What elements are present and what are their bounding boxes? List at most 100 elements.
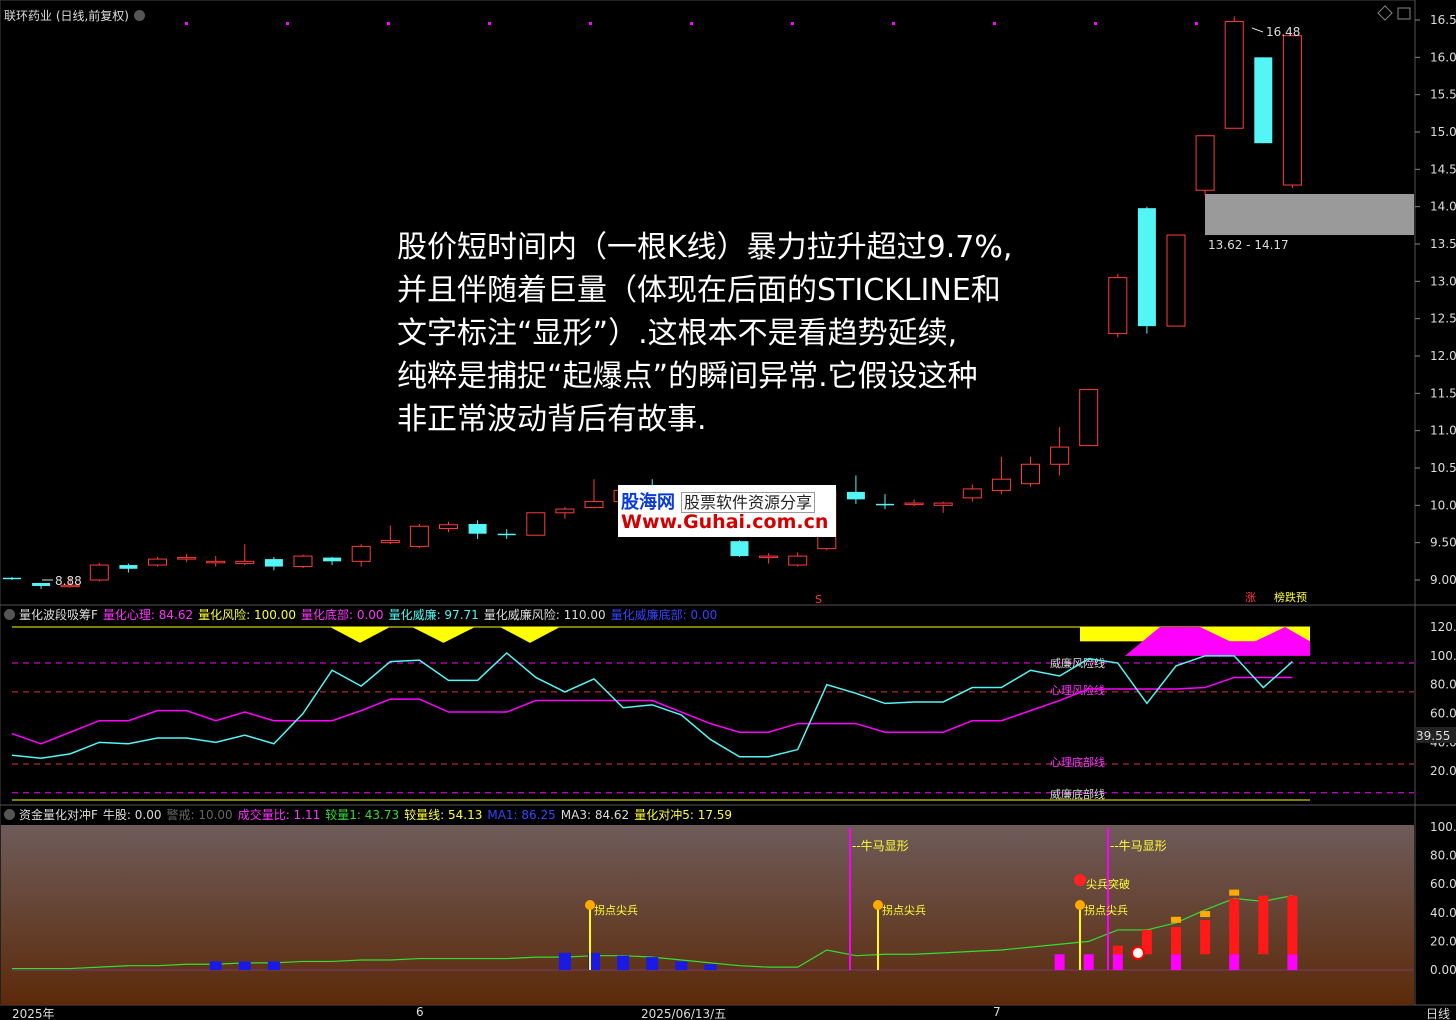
annotation-line: 文字标注“显形”）.这根本不是看趋势延续, — [397, 316, 958, 351]
risk-triangle — [500, 627, 560, 643]
flag-label: 榜跌预 — [1274, 590, 1307, 604]
candle-body — [323, 557, 342, 562]
top-marker-dot — [1195, 22, 1198, 25]
price-axis-label: 9.50 — [1430, 536, 1456, 550]
candle-body — [380, 539, 400, 544]
turn-signal-label: 拐点尖兵 — [594, 903, 638, 917]
candle-body — [1108, 277, 1128, 335]
volume-bar — [675, 961, 688, 970]
candle-body — [1166, 234, 1186, 327]
candle-body — [876, 503, 894, 506]
price-axis-label: 12.00 — [1430, 349, 1456, 363]
price-axis-label: 9.00 — [1430, 573, 1456, 587]
candle-body — [759, 555, 779, 559]
gap-label: 13.62 - 14.17 — [1208, 238, 1289, 252]
candle-body — [1254, 57, 1273, 144]
price-axis-label: 12.50 — [1430, 312, 1456, 326]
x-axis-label: 2025/06/13/五 — [641, 1007, 727, 1020]
panel3-axis-label: 60.00 — [1430, 877, 1456, 891]
stock-chart-window: { "header": { "title": "联环药业 (日线,前复权)", … — [0, 0, 1456, 1020]
candle-body — [409, 525, 429, 547]
price-axis-label: 14.50 — [1430, 162, 1456, 176]
price-axis-label: 10.00 — [1430, 498, 1456, 512]
candle-body — [177, 557, 197, 560]
annotation-line: 纯粹是捕捉“起爆点”的瞬间异常.它假设这种 — [397, 359, 978, 394]
period-selector[interactable]: 日线 — [1426, 1005, 1450, 1020]
price-axis-label: 14.00 — [1430, 200, 1456, 214]
volume-bar — [238, 961, 251, 970]
watermark-logo: 股海网 股票软件资源分享 Www.Guhai.com.cn — [618, 485, 836, 537]
panel3-axis-label: 80.00 — [1430, 849, 1456, 863]
volume-bar — [704, 964, 717, 970]
low-price-label: 8.88 — [55, 574, 82, 588]
x-axis-label: 7 — [993, 1005, 1001, 1019]
candle-body — [89, 564, 109, 581]
annotation-line: 股价短时间内（一根K线）暴力拉升超过9.7%, — [397, 230, 1013, 265]
panel2-axis-label: 120.00 — [1430, 620, 1456, 634]
panel2-axis-label: 20.00 — [1430, 764, 1456, 778]
volume-bar — [1083, 954, 1094, 970]
panel-icon — [1397, 7, 1411, 20]
candle-body — [584, 501, 604, 509]
volume-cap — [1171, 916, 1181, 923]
candle-body — [351, 545, 371, 562]
candle-body — [32, 582, 51, 586]
volume-bar — [1171, 954, 1181, 970]
watermark-tagline: 股票软件资源分享 — [681, 492, 816, 513]
breakout-icon — [1074, 874, 1086, 886]
candle-body — [293, 555, 313, 568]
watermark-site-name: 股海网 — [621, 492, 675, 513]
candle-body — [1050, 446, 1070, 465]
volume-bar — [1112, 945, 1123, 955]
candle-body — [148, 558, 167, 566]
top-marker-dot — [387, 22, 390, 25]
volume-bar — [1229, 898, 1240, 955]
price-axis-label: 16.50 — [1430, 13, 1456, 27]
diamond-icon — [1377, 5, 1393, 21]
candle-body — [788, 555, 808, 566]
volume-bar — [617, 955, 630, 970]
candle-body — [206, 560, 226, 564]
panel2-axis-label: 100.00 — [1430, 649, 1456, 663]
x-axis-label: 6 — [416, 1005, 424, 1019]
volume-bar — [646, 957, 659, 970]
wr-bottom-label: 威廉底部线 — [1050, 787, 1105, 801]
candle-body — [991, 478, 1011, 491]
panel2-axis-label: 80.00 — [1430, 678, 1456, 692]
top-marker-dot — [1094, 22, 1097, 25]
candle-body — [497, 533, 516, 536]
volume-cap — [1229, 889, 1240, 896]
top-marker-dot — [690, 22, 693, 25]
panel3-axis-label: 20.00 — [1430, 934, 1456, 948]
volume-bar — [558, 952, 571, 970]
candle-body — [119, 565, 138, 569]
turn-signal-label: 拐点尖兵 — [1084, 903, 1128, 917]
risk-triangle — [330, 627, 390, 643]
volume-bar — [1200, 919, 1211, 955]
bull-signal-label: --牛马显形 — [1110, 838, 1167, 853]
high-price-pointer — [1251, 27, 1264, 33]
price-axis-label: 11.50 — [1430, 386, 1456, 400]
candle-body — [1021, 463, 1040, 485]
top-marker-dot — [791, 22, 794, 25]
price-axis-label: 11.00 — [1430, 424, 1456, 438]
candle-body — [439, 524, 458, 529]
candle-body — [933, 502, 953, 506]
price-axis-label: 10.50 — [1430, 461, 1456, 475]
panel3-axis-label: 100.00 — [1430, 820, 1456, 834]
top-marker-dot — [993, 22, 996, 25]
risk-triangle — [412, 627, 475, 643]
x-axis-label: 2025年 — [12, 1007, 55, 1020]
candle-body — [1137, 208, 1156, 327]
volume-bar — [1258, 895, 1269, 955]
price-axis-label: 16.00 — [1430, 50, 1456, 64]
candle-body — [235, 560, 255, 565]
bull-signal-label: --牛马显形 — [852, 838, 909, 853]
top-marker-dot — [589, 22, 592, 25]
volume-bar — [267, 961, 280, 970]
candle-body — [526, 512, 546, 536]
cursor-value-label: 39.55 — [1416, 729, 1450, 743]
candle-body — [555, 508, 575, 514]
wr-risk-label: 威廉风险线 — [1050, 656, 1105, 670]
candle-body — [730, 541, 749, 557]
